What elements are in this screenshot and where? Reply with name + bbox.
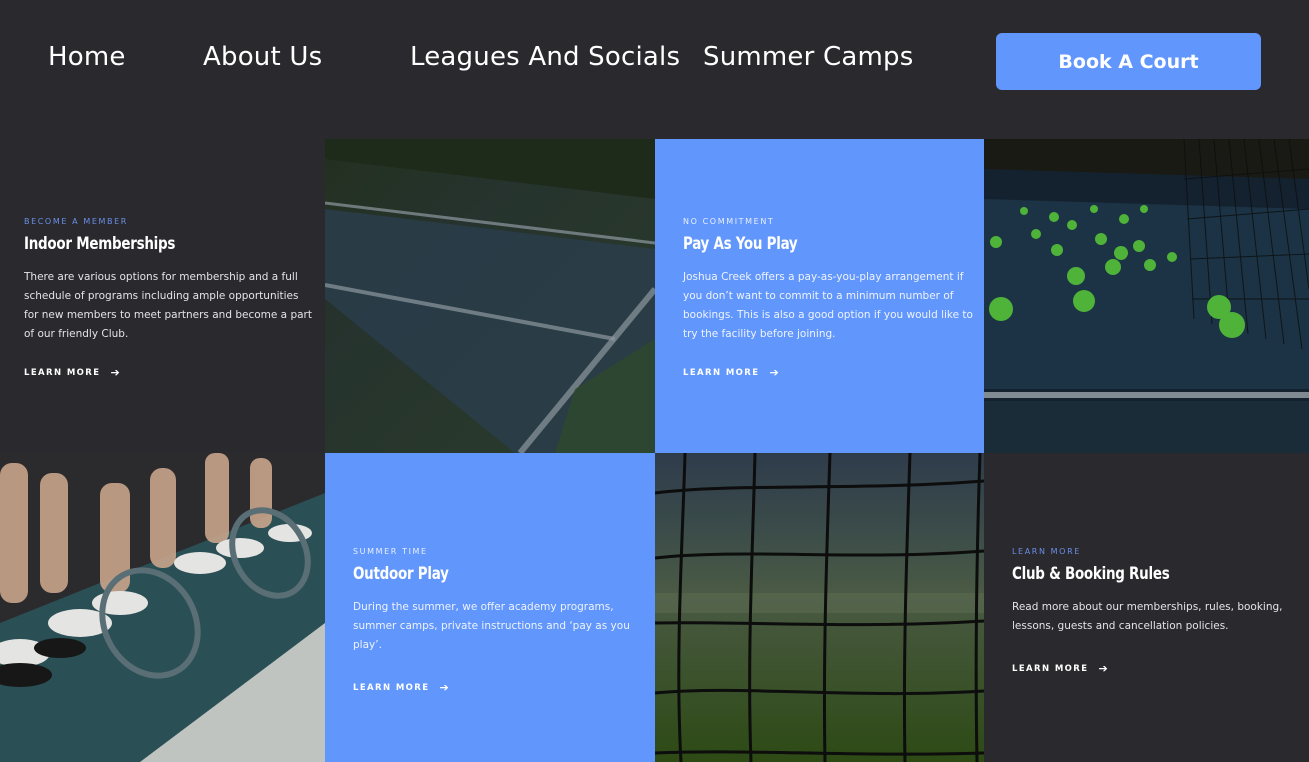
arrow-right-icon: ➔ — [1098, 662, 1110, 675]
learn-more-label: LEARN MORE — [353, 682, 430, 693]
arrow-right-icon: ➔ — [439, 681, 451, 694]
card-title: Club & Booking Rules — [1012, 564, 1170, 584]
card-eyebrow: SUMMER TIME — [353, 547, 428, 556]
book-a-court-button[interactable]: Book A Court — [996, 33, 1261, 90]
card-description: Read more about our memberships, rules, … — [1012, 601, 1283, 632]
learn-more-link[interactable]: LEARN MORE ➔ — [353, 681, 645, 694]
indoor-memberships-card: BECOME A MEMBER Indoor Memberships There… — [0, 139, 325, 453]
nav-about-us[interactable]: About Us — [203, 42, 322, 72]
tennis-court-lines-image — [325, 139, 655, 453]
card-description: Joshua Creek offers a pay-as-you-play ar… — [683, 271, 973, 340]
nav-summer-camps[interactable]: Summer Camps — [703, 42, 913, 72]
arrow-right-icon: ➔ — [110, 366, 122, 379]
card-eyebrow: LEARN MORE — [1012, 547, 1081, 556]
learn-more-link[interactable]: LEARN MORE ➔ — [1012, 662, 1299, 675]
card-description: During the summer, we offer academy prog… — [353, 601, 630, 651]
nav-leagues-and-socials[interactable]: Leagues And Socials — [410, 42, 680, 72]
players-with-rackets-image — [0, 453, 325, 762]
card-eyebrow: BECOME A MEMBER — [24, 217, 128, 226]
club-booking-rules-card: LEARN MORE Club & Booking Rules Read mor… — [984, 453, 1309, 762]
nav-home[interactable]: Home — [48, 42, 126, 72]
pay-as-you-play-card: NO COMMITMENT Pay As You Play Joshua Cre… — [655, 139, 984, 453]
learn-more-label: LEARN MORE — [1012, 663, 1089, 674]
card-title: Pay As You Play — [683, 234, 798, 254]
learn-more-link[interactable]: LEARN MORE ➔ — [683, 366, 974, 379]
top-navigation: Home About Us Leagues And Socials Summer… — [0, 0, 1309, 139]
tennis-net-closeup-image — [655, 453, 984, 762]
tennis-balls-by-net-image — [984, 139, 1309, 453]
card-description: There are various options for membership… — [24, 271, 312, 340]
card-title: Indoor Memberships — [24, 234, 176, 254]
card-eyebrow: NO COMMITMENT — [683, 217, 775, 226]
learn-more-label: LEARN MORE — [24, 367, 101, 378]
learn-more-link[interactable]: LEARN MORE ➔ — [24, 366, 315, 379]
outdoor-play-card: SUMMER TIME Outdoor Play During the summ… — [325, 453, 655, 762]
card-title: Outdoor Play — [353, 564, 449, 584]
arrow-right-icon: ➔ — [769, 366, 781, 379]
learn-more-label: LEARN MORE — [683, 367, 760, 378]
